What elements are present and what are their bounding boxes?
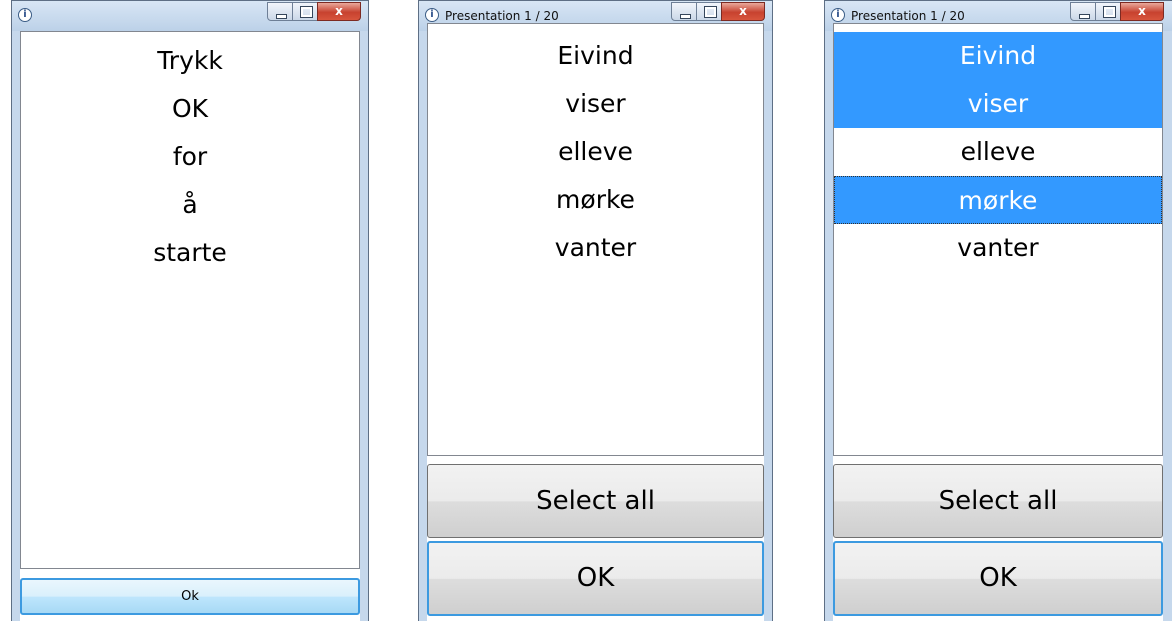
- list-item-selected-focused[interactable]: mørke: [834, 176, 1162, 224]
- list-item[interactable]: for: [21, 133, 359, 181]
- close-icon: x: [739, 4, 747, 18]
- maximize-icon: [300, 6, 313, 18]
- list-item[interactable]: OK: [21, 85, 359, 133]
- list-item[interactable]: elleve: [428, 128, 763, 176]
- client-area: Eivind viser elleve mørke vanter Select …: [427, 23, 764, 621]
- app-icon: i: [425, 8, 439, 22]
- list-item[interactable]: Eivind: [428, 32, 763, 80]
- maximize-icon: [1103, 6, 1116, 18]
- select-all-button[interactable]: Select all: [427, 464, 764, 538]
- close-icon: x: [1138, 4, 1146, 18]
- list-item[interactable]: starte: [21, 229, 359, 277]
- select-all-button[interactable]: Select all: [833, 464, 1163, 538]
- close-button[interactable]: x: [1120, 2, 1164, 21]
- minimize-button[interactable]: [1070, 2, 1096, 21]
- minimize-icon: [276, 14, 287, 19]
- ok-button[interactable]: Ok: [20, 578, 360, 615]
- list-item-selected[interactable]: viser: [834, 80, 1162, 128]
- ok-button[interactable]: OK: [833, 541, 1163, 616]
- minimize-button[interactable]: [671, 2, 697, 21]
- minimize-icon: [1079, 14, 1090, 19]
- maximize-button[interactable]: [1095, 2, 1121, 21]
- client-area: Trykk OK for å starte Ok: [20, 31, 360, 621]
- client-area: Eivind viser elleve mørke vanter Select …: [833, 23, 1163, 621]
- maximize-icon: [704, 6, 717, 18]
- app-icon: i: [18, 8, 32, 22]
- list-item[interactable]: vanter: [428, 224, 763, 272]
- window-controls: x: [267, 2, 361, 21]
- list-item[interactable]: vanter: [834, 224, 1162, 272]
- window-title: Presentation 1 / 20: [851, 9, 965, 23]
- window-start: i x Trykk OK for å starte Ok: [11, 0, 369, 621]
- word-list[interactable]: Trykk OK for å starte: [20, 31, 360, 569]
- close-button[interactable]: x: [721, 2, 765, 21]
- window-controls: x: [1070, 2, 1164, 21]
- maximize-button[interactable]: [292, 2, 318, 21]
- window-title: Presentation 1 / 20: [445, 9, 559, 23]
- list-item[interactable]: å: [21, 181, 359, 229]
- list-item[interactable]: viser: [428, 80, 763, 128]
- close-button[interactable]: x: [317, 2, 361, 21]
- list-item[interactable]: mørke: [428, 176, 763, 224]
- maximize-button[interactable]: [696, 2, 722, 21]
- window-controls: x: [671, 2, 765, 21]
- window-presentation-selected: i Presentation 1 / 20 x Eivind viser ell…: [824, 0, 1172, 621]
- word-list[interactable]: Eivind viser elleve mørke vanter: [833, 23, 1163, 456]
- ok-button[interactable]: OK: [427, 541, 764, 616]
- close-icon: x: [335, 4, 343, 18]
- window-presentation: i Presentation 1 / 20 x Eivind viser ell…: [418, 0, 773, 621]
- minimize-button[interactable]: [267, 2, 293, 21]
- app-icon: i: [831, 8, 845, 22]
- word-list[interactable]: Eivind viser elleve mørke vanter: [427, 23, 764, 456]
- list-item[interactable]: elleve: [834, 128, 1162, 176]
- list-item[interactable]: Trykk: [21, 37, 359, 85]
- minimize-icon: [680, 14, 691, 19]
- list-item-selected[interactable]: Eivind: [834, 32, 1162, 80]
